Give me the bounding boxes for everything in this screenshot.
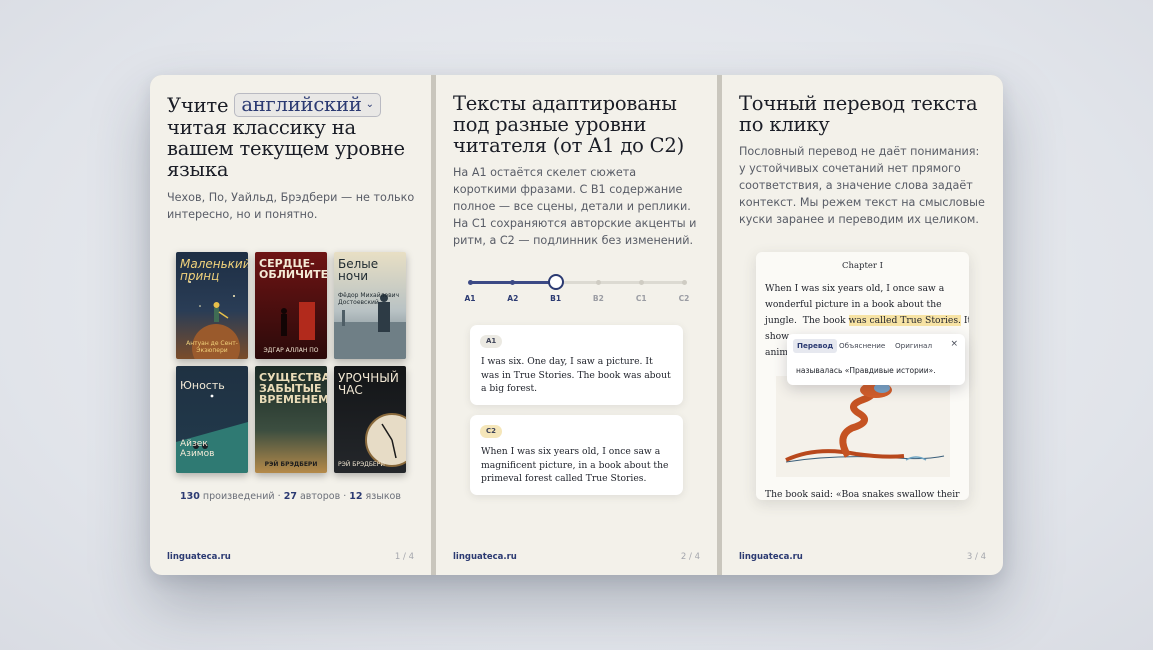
site-link[interactable]: linguateca.ru: [167, 552, 231, 562]
language-select-value: английский: [241, 93, 362, 116]
translation-text: называлась «Правдивые истории».: [796, 366, 936, 375]
book-cover[interactable]: СУЩЕСТВА ЗАБЫТЫЕ ВРЕМЕНЕМ РЭЙ БРЭДБЕРИ: [255, 366, 327, 473]
slide-3-title: Точный перевод текста по клику: [739, 92, 978, 136]
reader-line-start: jungle. The book: [765, 315, 849, 326]
book-author: РЭЙ БРЭДБЕРИ: [338, 461, 385, 468]
authors-count: 27: [283, 491, 297, 502]
chapter-title: Chapter I: [841, 261, 884, 271]
title-rest: читая классику на вашем текущем уровне я…: [167, 116, 405, 181]
site-link[interactable]: linguateca.ru: [453, 552, 517, 562]
book-title: Юность: [180, 379, 225, 392]
level-label-c1[interactable]: C1: [629, 294, 653, 303]
book-author: ЭДГАР АЛЛАН ПО: [263, 347, 319, 354]
reader-line: When I was six years old, I once saw a: [765, 283, 945, 294]
separator: ·: [343, 491, 347, 502]
level-badge: A1: [480, 335, 503, 348]
works-count: 130: [180, 491, 200, 502]
book-title: СЕРДЦЕ-ОБЛИЧИТЕЛЬ: [259, 257, 327, 281]
translation-popup: Перевод Объяснение Оригинал × называлась…: [787, 334, 965, 385]
boa-snake-illustration: [776, 376, 950, 477]
book-cover[interactable]: Маленький принц Антуан де Сент-Экзюпери: [176, 252, 248, 359]
book-cover[interactable]: СЕРДЦЕ-ОБЛИЧИТЕЛЬ ЭДГАР АЛЛАН ПО: [255, 252, 327, 359]
page-counter: 2 / 4: [680, 552, 700, 562]
library-stats: 130 произведений · 27 авторов · 12 языко…: [150, 491, 431, 502]
slide-2-lead: На A1 остаётся скелет сюжета короткими ф…: [453, 166, 697, 247]
card-text: I was six. One day, I saw a picture. It …: [481, 356, 671, 394]
works-label: произведений: [202, 491, 275, 502]
book-author: Фёдор Михайлович Достоевский: [338, 292, 400, 306]
level-dot[interactable]: [681, 280, 687, 285]
slide-1-title: Учите английский ⌄ читая классику на ваше…: [167, 93, 417, 180]
book-title: УРОЧНЫЙ ЧАС: [338, 371, 399, 397]
book-cover[interactable]: УРОЧНЫЙ ЧАС РЭЙ БРЭДБЕРИ: [334, 366, 406, 473]
reader-line: jungle. The book was called True Stories…: [765, 313, 969, 330]
book-title: СУЩЕСТВА ЗАБЫТЫЕ ВРЕМЕНЕМ: [259, 371, 327, 406]
reader-line: The book said: «Boa snakes swallow their: [765, 489, 960, 500]
book-author: Айзек Азимов: [180, 439, 215, 459]
level-dot[interactable]: [595, 280, 601, 285]
book-cover[interactable]: Белые ночи Фёдор Михайлович Достоевский: [334, 252, 406, 359]
book-title: Белые ночи: [338, 257, 379, 283]
language-select[interactable]: английский ⌄: [234, 93, 381, 117]
text-card-c2: C2 When I was six years old, I once saw …: [470, 415, 683, 495]
slide-2-title: Тексты адаптированы под разные уровни чи…: [453, 92, 685, 157]
reader-line: wonderful picture in a book about the: [765, 299, 942, 310]
level-label-b2[interactable]: B2: [586, 294, 610, 303]
title-prefix: Учите: [167, 94, 229, 117]
chevron-down-icon: ⌄: [365, 99, 374, 110]
slides-frame: Учите английский ⌄ читая классику на ваше…: [150, 75, 1003, 575]
level-badge: C2: [480, 425, 503, 438]
page-counter: 3 / 4: [966, 552, 986, 562]
langs-count: 12: [349, 491, 363, 502]
book-author: Антуан де Сент-Экзюпери: [186, 340, 238, 354]
book-author: РЭЙ БРЭДБЕРИ: [264, 461, 318, 468]
card-text: When I was six years old, I once saw a m…: [481, 446, 669, 484]
level-label-c2[interactable]: C2: [672, 294, 696, 303]
slider-knob[interactable]: [547, 274, 564, 290]
slide-2: Тексты адаптированы под разные уровни чи…: [436, 75, 717, 575]
reader-line-end: It: [963, 315, 969, 326]
tab-explanation[interactable]: Объяснение: [835, 339, 889, 353]
separator: ·: [277, 491, 281, 502]
level-label-b1[interactable]: B1: [544, 294, 568, 303]
book-title: Маленький принц: [180, 257, 248, 283]
langs-label: языков: [365, 491, 401, 502]
text-card-a1: A1 I was six. One day, I saw a picture. …: [470, 325, 683, 405]
slide-3: Точный перевод текста по клику Пословный…: [722, 75, 1003, 575]
level-slider[interactable]: A1 A2 B1 B2 C1 C2: [464, 274, 689, 305]
site-link[interactable]: linguateca.ru: [739, 552, 803, 562]
level-dot[interactable]: [467, 280, 473, 285]
authors-label: авторов: [299, 491, 341, 502]
tab-translation[interactable]: Перевод: [793, 339, 838, 353]
slide-1-lead: Чехов, По, Уайльд, Брэдбери — не только …: [167, 191, 415, 221]
level-dot[interactable]: [510, 280, 516, 285]
page-counter: 1 / 4: [394, 552, 414, 562]
level-label-a2[interactable]: A2: [501, 294, 525, 303]
slide-1: Учите английский ⌄ читая классику на ваше…: [150, 75, 431, 575]
snake-drawing: [785, 382, 945, 463]
level-label-a1[interactable]: A1: [458, 294, 482, 303]
close-icon[interactable]: ×: [950, 339, 958, 349]
level-dot[interactable]: [638, 280, 644, 285]
highlighted-chunk[interactable]: was called True Stories.: [848, 315, 961, 326]
slide-3-lead: Пословный перевод не даёт понимания: у у…: [739, 145, 985, 226]
book-cover[interactable]: Юность Айзек Азимов: [176, 366, 248, 473]
tab-original[interactable]: Оригинал: [891, 339, 936, 353]
